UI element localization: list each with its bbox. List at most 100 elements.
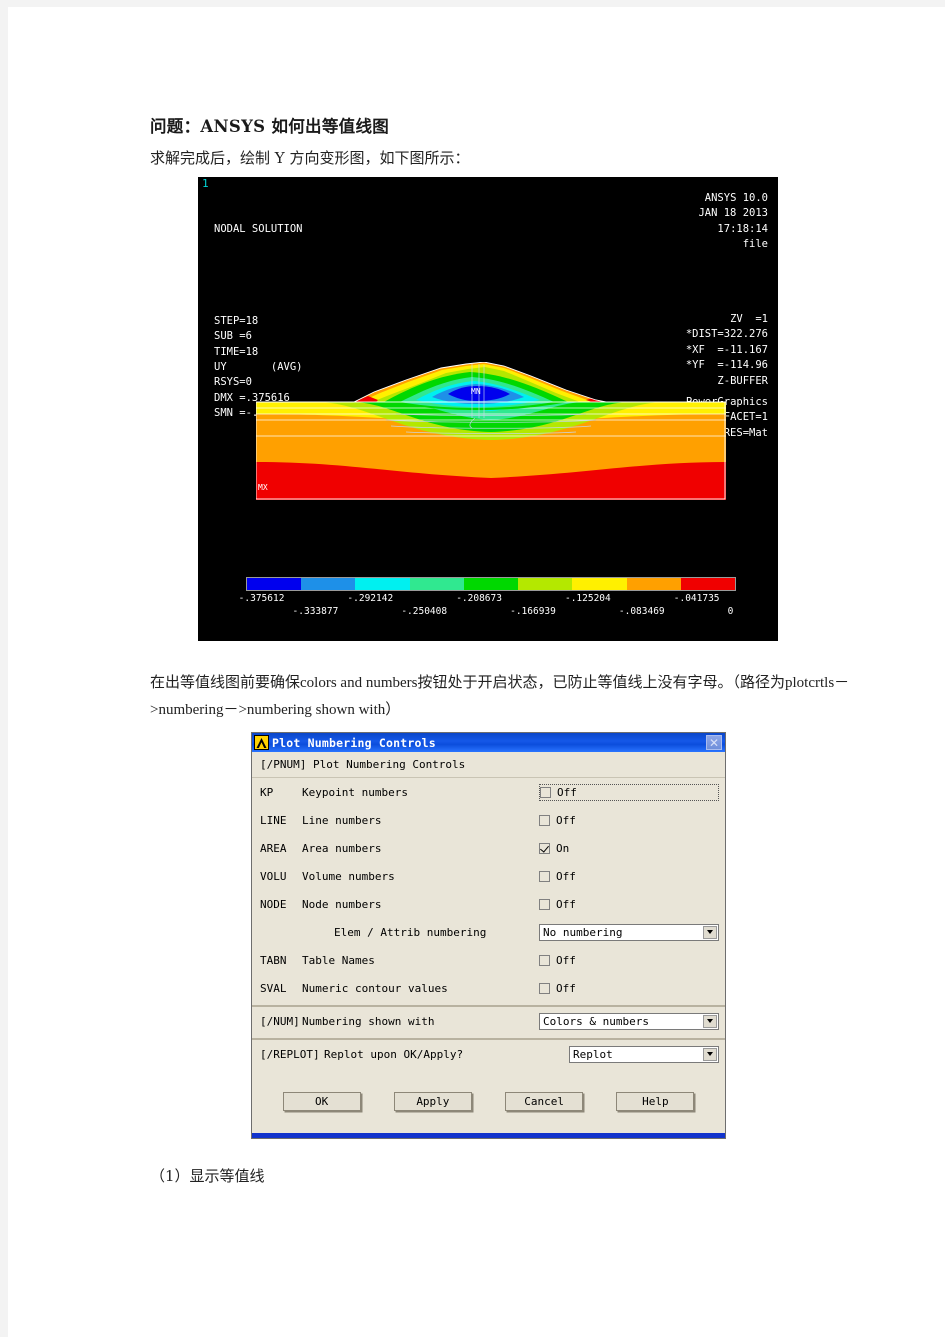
option-label: Node numbers <box>302 897 382 911</box>
help-button[interactable]: Help <box>616 1092 695 1111</box>
control-wrapper: Off <box>539 982 719 995</box>
elem-attrib-numbering-select[interactable]: No numbering <box>539 923 719 941</box>
replot-value: Replot <box>573 1047 613 1061</box>
checkbox-state-label: Off <box>556 953 576 967</box>
checkbox-kp[interactable] <box>540 786 551 798</box>
footer-line: （1）显示等值线 <box>150 1167 265 1185</box>
option-row-area[interactable]: AREA Area numbers On <box>252 834 725 862</box>
option-control[interactable]: No numbering <box>539 923 725 941</box>
ansys-contour-plot: 1 NODAL SOLUTION STEP=18 SUB =6 TIME=18 … <box>198 177 778 641</box>
replot-select[interactable]: Replot <box>569 1045 719 1063</box>
option-row-line[interactable]: LINE Line numbers Off <box>252 806 725 834</box>
replot-row-control[interactable]: Replot <box>569 1045 725 1063</box>
option-code: SVAL <box>260 981 287 995</box>
colorbar-band-6 <box>572 578 627 590</box>
option-control[interactable]: Off <box>539 870 725 883</box>
colorbar-tick-label: -.375612 <box>238 593 285 604</box>
dialog-button-row: OK Apply Cancel Help <box>252 1068 725 1129</box>
option-control[interactable]: Off <box>539 954 725 967</box>
numbering-shown-with-select[interactable]: Colors & numbers <box>539 1012 719 1030</box>
colorbar-tick-label: 0 <box>727 606 734 617</box>
option-row-kp[interactable]: KP Keypoint numbers Off <box>252 778 725 806</box>
option-control[interactable]: Off <box>539 898 725 911</box>
colorbar-tick-label: -.166939 <box>510 606 556 617</box>
colorbar-tick-label: -.125204 <box>564 593 611 604</box>
option-control[interactable]: Off <box>539 982 725 995</box>
option-label: Area numbers <box>302 841 382 855</box>
apply-button[interactable]: Apply <box>393 1092 472 1111</box>
para-cn-2: 按钮处于开启状态，已防止等值线上没有字母。（路径为 <box>417 673 786 691</box>
colorbar-band-8 <box>680 578 735 590</box>
colorbar-band-5 <box>518 578 573 590</box>
option-code: TABN <box>260 953 287 967</box>
mn-marker-label: MN <box>471 387 481 396</box>
chevron-down-icon[interactable] <box>703 925 717 939</box>
checkbox-line[interactable] <box>539 814 550 826</box>
checkbox-state-label: Off <box>556 813 576 827</box>
option-code: LINE <box>260 813 287 827</box>
option-row-tabn[interactable]: TABN Table Names Off <box>252 946 725 974</box>
plot-numbering-controls-dialog[interactable]: Plot Numbering Controls ✕ [/PNUM] Plot N… <box>251 732 726 1139</box>
checkbox-area[interactable] <box>539 842 550 854</box>
option-row-sval[interactable]: SVAL Numeric contour values Off <box>252 974 725 1002</box>
option-control[interactable]: On <box>539 842 725 855</box>
option-row-volu[interactable]: VOLU Volume numbers Off <box>252 862 725 890</box>
option-code: NODE <box>260 897 287 911</box>
control-wrapper: Off <box>539 898 719 911</box>
dialog-title: Plot Numbering Controls <box>272 735 436 750</box>
replot-row-code: [/REPLOT] <box>260 1047 320 1061</box>
contour-colorbar: -.375612 -.292142 -.208673 -.125204 -.041735… <box>239 577 736 619</box>
checkbox-state-label: Off <box>556 869 576 883</box>
option-label: Volume numbers <box>302 869 395 883</box>
dialog-command-header: [/PNUM] Plot Numbering Controls <box>252 752 725 778</box>
option-label: Keypoint numbers <box>302 785 408 799</box>
colorbar-tick-label: -.041735 <box>673 593 720 604</box>
option-control[interactable]: Off <box>539 814 725 827</box>
dialog-titlebar[interactable]: Plot Numbering Controls ✕ <box>252 733 725 752</box>
cancel-button[interactable]: Cancel <box>505 1092 584 1111</box>
chevron-down-icon[interactable] <box>703 1014 717 1028</box>
row-numbering-shown-with[interactable]: [/NUM] Numbering shown with Colors & num… <box>252 1007 725 1035</box>
colorbar-tick-label: -.333877 <box>292 606 339 617</box>
row-replot[interactable]: [/REPLOT] Replot upon OK/Apply? Replot <box>252 1040 725 1068</box>
chevron-down-icon[interactable] <box>703 1047 717 1061</box>
checkbox-node[interactable] <box>539 898 550 910</box>
ansys-logo-icon <box>254 735 269 750</box>
colorbar-band-4 <box>463 578 519 590</box>
para-cn-3: ） <box>385 700 401 718</box>
colorbar-tick-label: -.292142 <box>347 593 394 604</box>
num-row-code: [/NUM] <box>260 1014 300 1028</box>
colorbar-labels-row1: -.375612 -.292142 -.208673 -.125204 -.041735 <box>239 593 736 606</box>
colorbar-labels-row2: -.333877 -.250408 -.166939 -.083469 0 <box>246 606 736 619</box>
checkbox-state-label: On <box>556 841 570 855</box>
colorbar-band-7 <box>626 578 681 590</box>
ok-button[interactable]: OK <box>282 1092 361 1111</box>
option-label: Line numbers <box>302 813 382 827</box>
option-code: KP <box>260 785 274 799</box>
control-wrapper: Off <box>539 814 719 827</box>
option-label: Numeric contour values <box>302 981 448 995</box>
checkbox-state-label: Off <box>556 981 576 995</box>
checkbox-state-label: Off <box>556 897 576 911</box>
num-row-control[interactable]: Colors & numbers <box>539 1012 725 1030</box>
para-cn-1: 在出等值线图前要确保 <box>150 673 301 691</box>
plot-window-number: 1 <box>202 177 209 190</box>
dialog-body: [/PNUM] Plot Numbering Controls KP Keypoi… <box>252 752 725 1133</box>
replot-row-label: Replot upon OK/Apply? <box>324 1047 464 1061</box>
option-row-elem-attrib[interactable]: Elem / Attrib numbering No numbering <box>252 918 725 946</box>
mx-marker-label: MX <box>258 483 268 492</box>
dialog-option-rows: KP Keypoint numbers Off LINE Line numbers Off… <box>252 778 725 1002</box>
close-icon[interactable]: ✕ <box>706 735 722 750</box>
num-row-label: Numbering shown with <box>302 1014 435 1028</box>
select-value: No numbering <box>543 925 623 939</box>
option-control[interactable]: Off <box>539 783 725 801</box>
checkbox-volu[interactable] <box>539 870 550 882</box>
control-wrapper: On <box>539 842 719 855</box>
option-row-node[interactable]: NODE Node numbers Off <box>252 890 725 918</box>
checkbox-sval[interactable] <box>539 982 550 994</box>
colorbar-band-0 <box>247 578 302 590</box>
checkbox-tabn[interactable] <box>539 954 550 966</box>
colorbar-band-2 <box>355 578 410 590</box>
colorbar-tick-label: -.250408 <box>401 606 448 617</box>
document-page: 问题：ANSYS 如何出等值线图 求解完成后，绘制 Y 方向变形图，如下图所示：… <box>8 7 945 1337</box>
